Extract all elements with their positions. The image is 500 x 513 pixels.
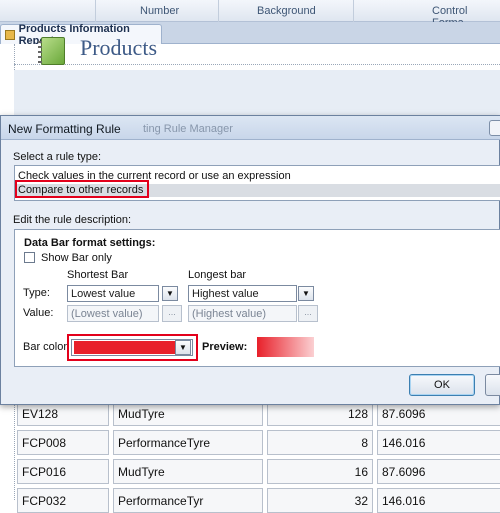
quantity-cell[interactable]: 32 (267, 488, 373, 513)
dialog-title-bar[interactable]: New Formatting Rule ting Rule Manager (1, 116, 500, 140)
ribbon: Number Background Control Forma (0, 0, 500, 29)
price-cell[interactable]: 87.6096 (377, 459, 500, 484)
ribbon-separator (218, 0, 219, 22)
rule-description-panel: Data Bar format settings: Show Bar only … (14, 229, 500, 367)
report-header-band (14, 70, 500, 116)
product-code-cell[interactable]: FCP032 (17, 488, 109, 513)
product-name-cell[interactable]: PerformanceTyre (113, 430, 263, 455)
product-code-cell[interactable]: FCP016 (17, 459, 109, 484)
product-name-cell[interactable]: MudTyre (113, 459, 263, 484)
dialog-title: New Formatting Rule (8, 122, 121, 136)
edit-rule-description-label: Edit the rule description: (13, 214, 132, 226)
cancel-button[interactable] (485, 374, 500, 396)
close-icon[interactable] (489, 120, 500, 136)
report-icon (5, 29, 15, 40)
new-formatting-rule-dialog: New Formatting Rule ting Rule Manager Se… (0, 115, 500, 405)
product-code-cell[interactable]: FCP008 (17, 430, 109, 455)
shortest-bar-label: Shortest Bar (67, 269, 129, 281)
type-label: Type: (23, 287, 50, 299)
longest-value-field: (Highest value) (188, 305, 297, 322)
longest-value-builder-button: ... (298, 305, 318, 322)
report-title[interactable]: Products (80, 35, 157, 61)
ribbon-group-number: Number (140, 5, 180, 17)
table-row: FCP008 PerformanceTyre 8 146.016 (17, 430, 500, 455)
databar-preview (257, 337, 314, 357)
preview-label: Preview: (202, 341, 248, 353)
chevron-down-icon[interactable]: ▼ (162, 286, 178, 301)
table-row: FCP016 MudTyre 16 87.6096 (17, 459, 500, 484)
background-dialog-title: ting Rule Manager (143, 123, 233, 135)
quantity-cell[interactable]: 16 (267, 459, 373, 484)
ribbon-separator (353, 0, 354, 22)
chevron-down-icon[interactable]: ▼ (298, 286, 314, 301)
quantity-cell[interactable]: 8 (267, 430, 373, 455)
show-bar-only-label: Show Bar only (41, 252, 112, 264)
shortest-value-field: (Lowest value) (67, 305, 159, 322)
value-label: Value: (23, 307, 54, 319)
longest-type-select[interactable]: Highest value (188, 285, 297, 302)
databar-settings: Data Bar format settings: Show Bar only … (22, 234, 500, 364)
show-bar-only-checkbox[interactable] (24, 252, 35, 263)
bar-color-label: Bar color (23, 341, 68, 353)
product-name-cell[interactable]: PerformanceTyr (113, 488, 263, 513)
shortest-type-select[interactable]: Lowest value (67, 285, 159, 302)
shortest-value-builder-button: ... (162, 305, 182, 322)
highlight-annotation (15, 180, 149, 198)
ok-button[interactable]: OK (409, 374, 475, 396)
longest-bar-label: Longest bar (188, 269, 247, 281)
ribbon-group-background: Background (257, 5, 316, 17)
price-cell[interactable]: 146.016 (377, 430, 500, 455)
document-tab-strip: Products Information Report (0, 22, 500, 47)
guide-line (14, 64, 500, 65)
highlight-annotation (67, 334, 198, 361)
select-rule-type-label: Select a rule type: (13, 151, 102, 163)
price-cell[interactable]: 146.016 (377, 488, 500, 513)
ribbon-separator (95, 0, 96, 22)
databar-heading: Data Bar format settings: (24, 237, 156, 249)
notebook-icon (38, 37, 65, 65)
table-row: FCP032 PerformanceTyr 32 146.016 (17, 488, 500, 513)
